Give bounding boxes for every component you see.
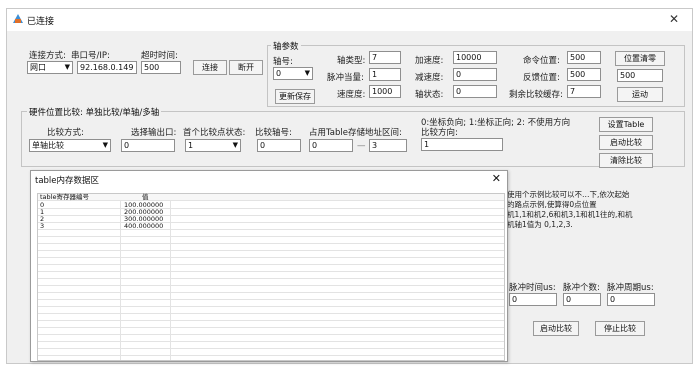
- axis-no-label: 轴号:: [273, 57, 293, 67]
- timeout-input[interactable]: 500: [141, 61, 181, 74]
- clear-compare-button[interactable]: 清除比较: [599, 153, 653, 168]
- row-index: 3: [40, 222, 45, 230]
- connect-button[interactable]: 连接: [193, 60, 227, 75]
- row-value: 400.000000: [124, 222, 164, 230]
- compare-mode-select[interactable]: 单轴比较 ▼: [29, 139, 111, 152]
- feedback-pos-label: 反馈位置:: [523, 73, 560, 83]
- table-row[interactable]: 1 200.000000: [38, 209, 504, 216]
- update-save-button[interactable]: 更新保存: [275, 89, 315, 104]
- axis-type-label: 轴类型:: [337, 56, 366, 66]
- dialog-title: table内存数据区: [35, 176, 100, 186]
- window-title: 已连接: [27, 17, 55, 27]
- table-header: table寄存器编号 值: [38, 194, 504, 201]
- range-dash: —: [357, 141, 366, 151]
- pulse-count-input[interactable]: 0: [563, 293, 601, 306]
- remain-buffer-label: 剩余比较缓存:: [509, 90, 563, 100]
- compare-axis-label: 比较轴号:: [255, 128, 292, 138]
- accel-input[interactable]: 10000: [453, 51, 497, 64]
- compare-axis-input[interactable]: 0: [257, 139, 301, 152]
- first-state-label: 首个比较点状态:: [183, 128, 246, 138]
- table-dialog: table内存数据区 ✕ table寄存器编号 值 0 100.000000 1…: [30, 170, 508, 362]
- note-line-4: 机轴1值为 0,1,2,3.: [507, 220, 573, 229]
- first-state-select[interactable]: 1 ▼: [185, 139, 241, 152]
- pulse-count-label: 脉冲个数:: [563, 283, 600, 293]
- move-button[interactable]: 运动: [617, 87, 663, 102]
- set-zero-button[interactable]: 位置清零: [615, 51, 665, 66]
- remain-buffer-input: 7: [567, 85, 601, 98]
- ip-input[interactable]: 92.168.0.149: [77, 61, 137, 74]
- start-compare-button[interactable]: 启动比较: [599, 135, 653, 150]
- conn-mode-label: 连接方式:: [29, 51, 66, 61]
- chevron-down-icon: ▼: [102, 141, 108, 149]
- cmd-pos-label: 命令位置:: [523, 56, 560, 66]
- table-grid: table寄存器编号 值 0 100.000000 1 200.000000 2…: [37, 193, 505, 361]
- col-header-value: 值: [142, 193, 149, 201]
- speed-label: 速度度:: [337, 90, 366, 100]
- title-bar: 已连接 ✕: [7, 9, 692, 31]
- app-icon: [13, 14, 23, 23]
- pulse-period-input[interactable]: 0: [607, 293, 655, 306]
- table-from-input[interactable]: 0: [309, 139, 353, 152]
- close-icon[interactable]: ✕: [492, 172, 501, 185]
- axis-group-label: 轴参数: [271, 40, 301, 52]
- chevron-down-icon: ▼: [304, 69, 310, 77]
- chevron-down-icon: ▼: [232, 141, 238, 149]
- axis-type-input[interactable]: 7: [369, 51, 401, 64]
- table-to-input[interactable]: 3: [369, 139, 407, 152]
- set-table-button[interactable]: 设置Table: [599, 117, 653, 132]
- chevron-down-icon: ▼: [64, 63, 70, 71]
- direction-label: 比较方向:: [421, 128, 458, 138]
- pulse-stop-button[interactable]: 停止比较: [595, 321, 645, 336]
- axis-no-select[interactable]: 0 ▼: [273, 67, 313, 80]
- timeout-label: 超时时间:: [141, 51, 178, 61]
- pulse-start-button[interactable]: 启动比较: [533, 321, 579, 336]
- decel-label: 减速度:: [415, 73, 444, 83]
- close-icon[interactable]: ✕: [669, 12, 679, 26]
- cmd-pos-input: 500: [567, 51, 601, 64]
- table-range-label: 占用Table存储地址区间:: [309, 128, 402, 138]
- compare-mode-label: 比较方式:: [47, 128, 84, 138]
- conn-mode-select[interactable]: 网口 ▼: [27, 61, 73, 74]
- axis-status-label: 轴状态:: [415, 90, 444, 100]
- output-port-label: 选择输出口:: [131, 128, 177, 138]
- direction-input[interactable]: 1: [421, 138, 503, 151]
- move-distance-input[interactable]: 500: [617, 69, 663, 82]
- axis-status-input: 0: [453, 85, 497, 98]
- units-input[interactable]: 1: [369, 68, 401, 81]
- compare-group-label: 硬件位置比较: 单独比较/单轴/多轴: [27, 106, 162, 118]
- accel-label: 加速度:: [415, 56, 444, 66]
- output-port-input[interactable]: 0: [121, 139, 175, 152]
- decel-input[interactable]: 0: [453, 68, 497, 81]
- pulse-period-label: 脉冲周期us:: [607, 283, 654, 293]
- table-row[interactable]: 3 400.000000: [38, 223, 504, 230]
- pulse-time-input[interactable]: 0: [509, 293, 557, 306]
- pulse-time-label: 脉冲时间us:: [509, 283, 556, 293]
- disconnect-button[interactable]: 断开: [229, 60, 263, 75]
- ip-label: 串口号/IP:: [71, 51, 110, 61]
- units-label: 脉冲当量:: [327, 73, 364, 83]
- feedback-pos-input: 500: [567, 68, 601, 81]
- table-row[interactable]: 2 300.000000: [38, 216, 504, 223]
- col-header-index: table寄存器编号: [40, 193, 89, 201]
- speed-input[interactable]: 1000: [369, 85, 401, 98]
- table-row[interactable]: 0 100.000000: [38, 202, 504, 209]
